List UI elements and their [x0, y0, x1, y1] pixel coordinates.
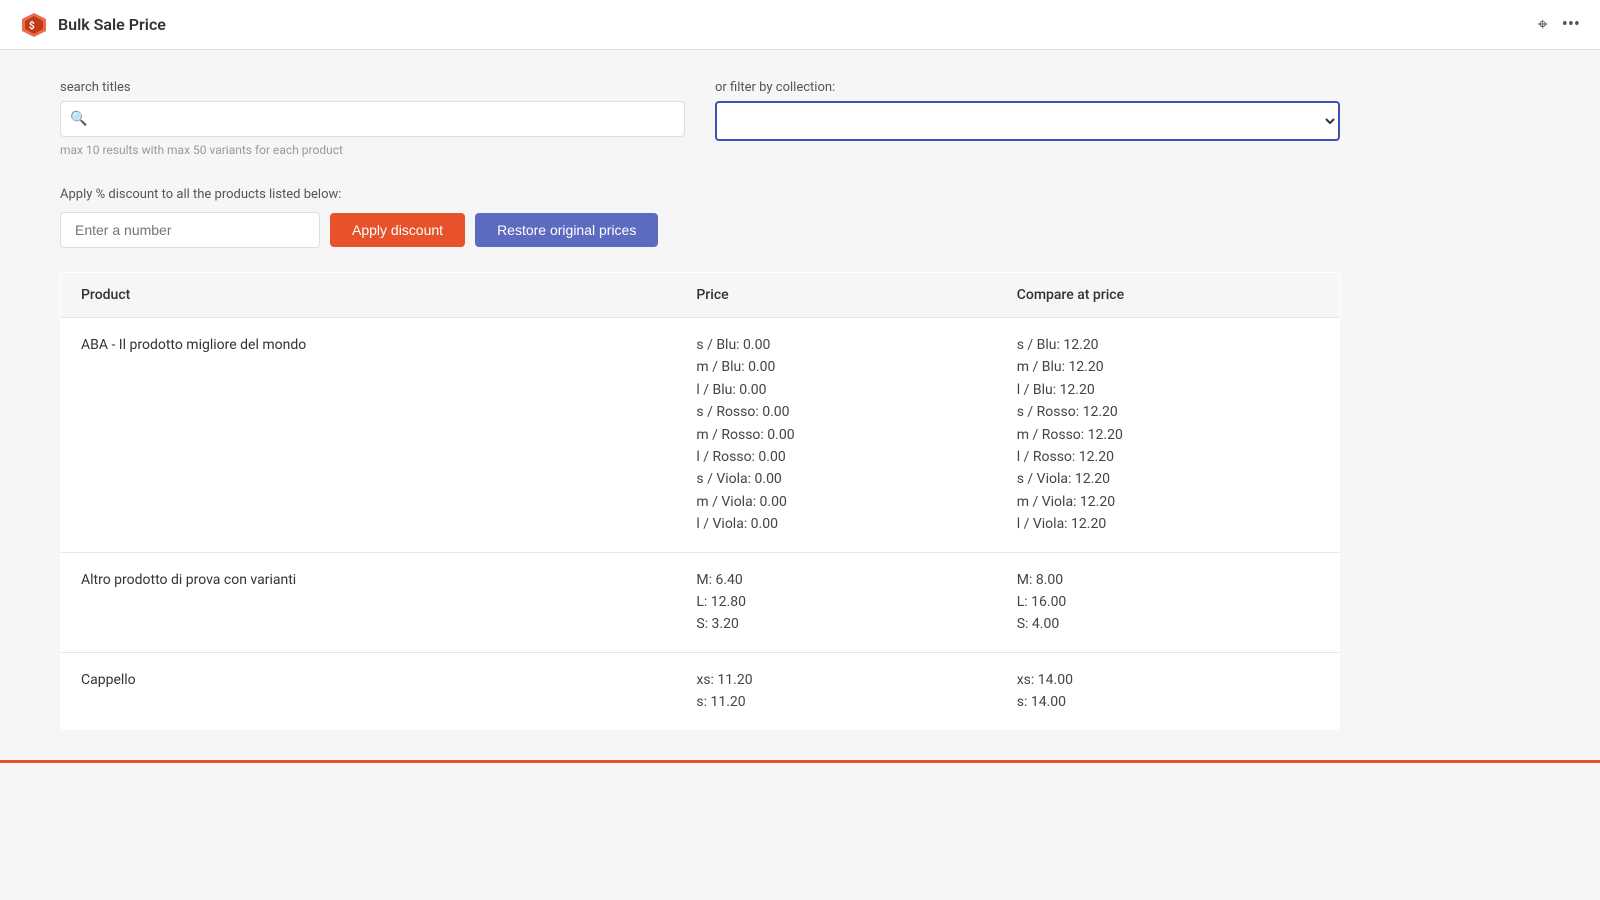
- search-input-wrapper: 🔍: [60, 101, 685, 137]
- product-name: Altro prodotto di prova con varianti: [81, 572, 296, 588]
- price-cell: M: 6.40L: 12.80S: 3.20: [676, 552, 996, 652]
- header-right: ⌖ •••: [1538, 14, 1580, 35]
- col-compare-price: Compare at price: [997, 273, 1340, 318]
- search-titles-label: search titles: [60, 80, 685, 95]
- product-name: ABA - Il prodotto migliore del mondo: [81, 337, 306, 353]
- product-name-cell: ABA - Il prodotto migliore del mondo: [61, 318, 677, 553]
- table-row: Cappello xs: 11.20s: 11.20xs: 14.00s: 14.…: [61, 652, 1340, 730]
- col-price: Price: [676, 273, 996, 318]
- table-header-row: Product Price Compare at price: [61, 273, 1340, 318]
- price-cell: xs: 11.20s: 11.20: [676, 652, 996, 730]
- products-table: Product Price Compare at price ABA - Il …: [60, 272, 1340, 730]
- compare-price-cell: xs: 14.00s: 14.00: [997, 652, 1340, 730]
- discount-label: Apply % discount to all the products lis…: [60, 187, 1340, 202]
- compare-price-cell: M: 8.00L: 16.00S: 4.00: [997, 552, 1340, 652]
- table-row: Altro prodotto di prova con varianti M: 6…: [61, 552, 1340, 652]
- pin-icon[interactable]: ⌖: [1538, 14, 1548, 35]
- more-options-icon[interactable]: •••: [1562, 14, 1580, 35]
- filter-collection-section: or filter by collection:: [715, 80, 1340, 141]
- search-row: search titles 🔍 max 10 results with max …: [60, 80, 1340, 157]
- app-logo-icon: $: [20, 11, 48, 39]
- svg-text:$: $: [29, 19, 35, 32]
- search-titles-section: search titles 🔍 max 10 results with max …: [60, 80, 685, 157]
- restore-prices-button[interactable]: Restore original prices: [475, 213, 658, 247]
- table-body: ABA - Il prodotto migliore del mondo s / …: [61, 318, 1340, 730]
- discount-input[interactable]: [60, 212, 320, 248]
- header-left: $ Bulk Sale Price: [20, 11, 166, 39]
- product-name: Cappello: [81, 672, 136, 688]
- search-icon: 🔍: [70, 111, 87, 127]
- table-row: ABA - Il prodotto migliore del mondo s / …: [61, 318, 1340, 553]
- bottom-border: [0, 760, 1600, 763]
- search-hint: max 10 results with max 50 variants for …: [60, 143, 685, 157]
- app-header: $ Bulk Sale Price ⌖ •••: [0, 0, 1600, 50]
- product-name-cell: Altro prodotto di prova con varianti: [61, 552, 677, 652]
- price-cell: s / Blu: 0.00m / Blu: 0.00l / Blu: 0.00s…: [676, 318, 996, 553]
- product-name-cell: Cappello: [61, 652, 677, 730]
- main-content: search titles 🔍 max 10 results with max …: [0, 50, 1400, 760]
- app-title: Bulk Sale Price: [58, 15, 166, 34]
- table-header: Product Price Compare at price: [61, 273, 1340, 318]
- col-product: Product: [61, 273, 677, 318]
- discount-controls: Apply discount Restore original prices: [60, 212, 1340, 248]
- apply-discount-button[interactable]: Apply discount: [330, 213, 465, 247]
- compare-price-cell: s / Blu: 12.20m / Blu: 12.20l / Blu: 12.…: [997, 318, 1340, 553]
- discount-section: Apply % discount to all the products lis…: [60, 187, 1340, 248]
- collection-select[interactable]: [715, 101, 1340, 141]
- search-input[interactable]: [60, 101, 685, 137]
- collection-label: or filter by collection:: [715, 80, 1340, 95]
